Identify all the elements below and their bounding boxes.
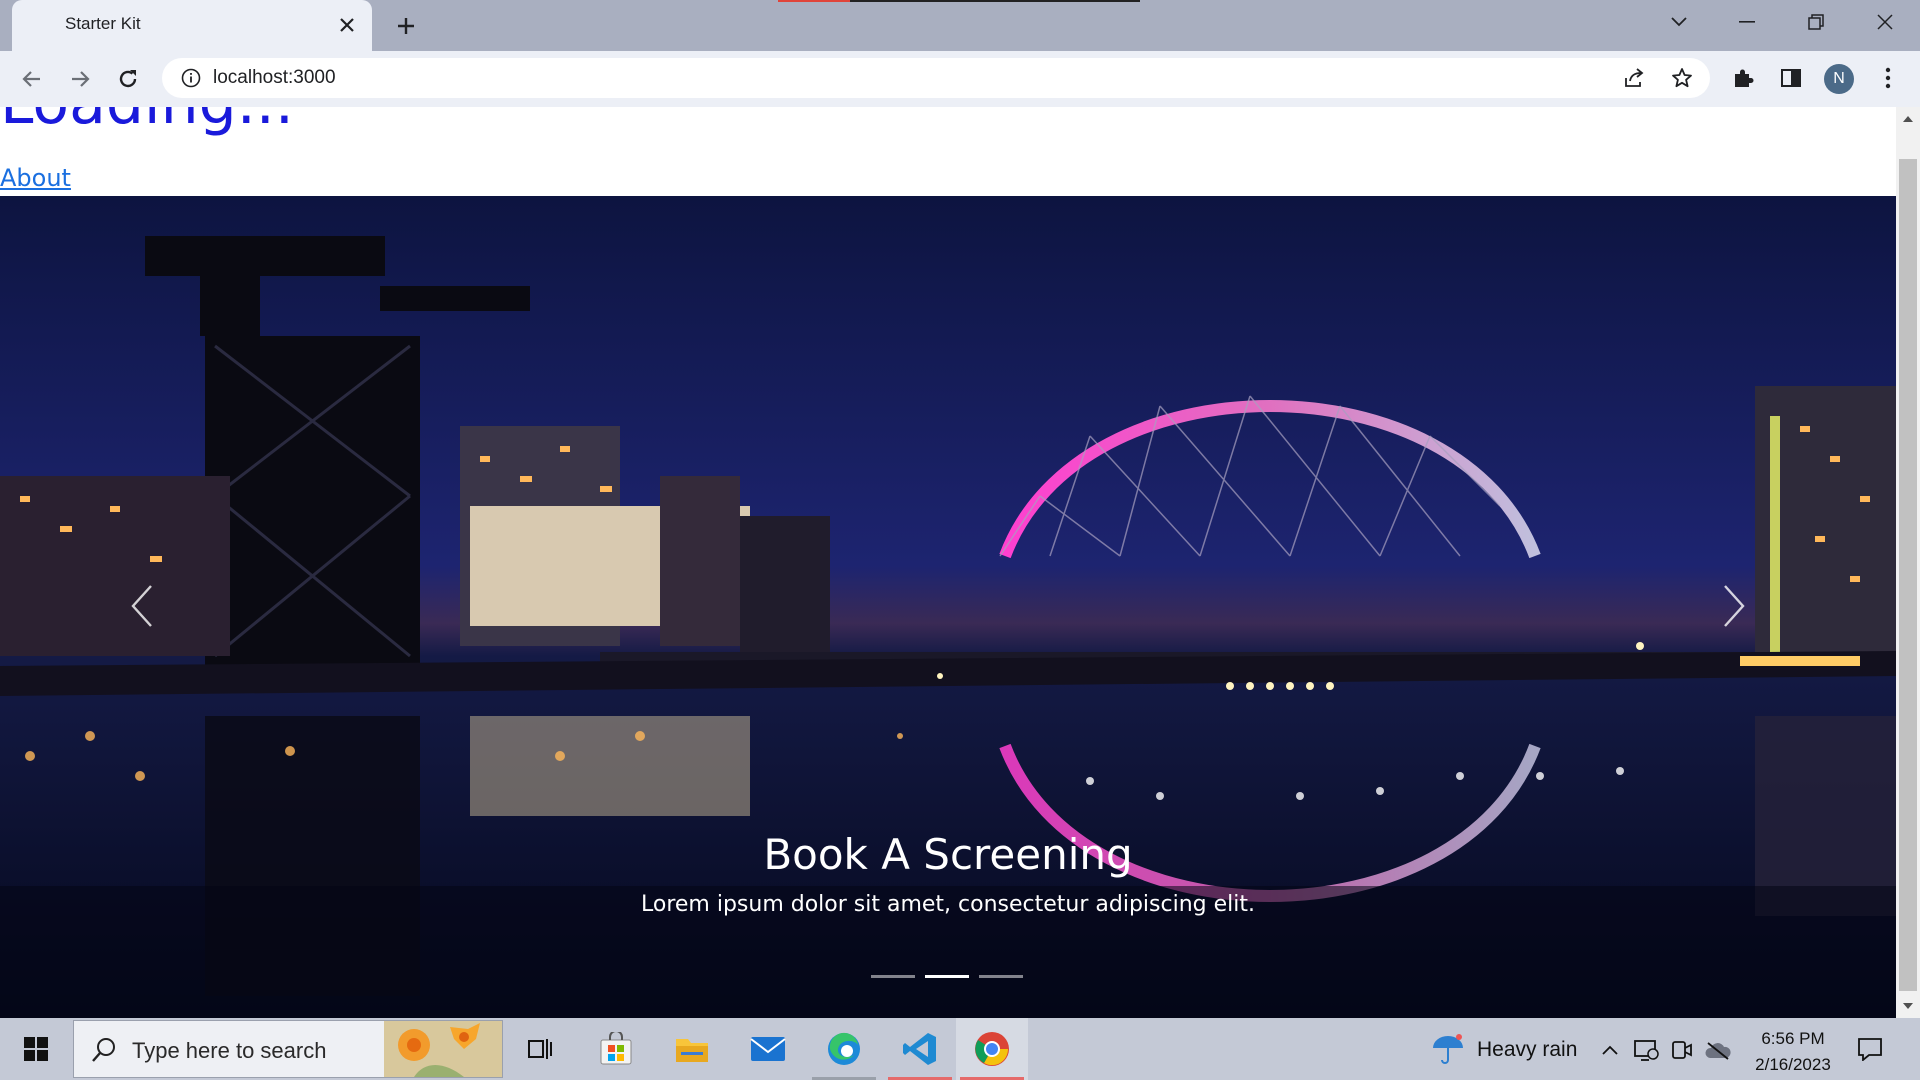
scrollbar-thumb[interactable]: [1899, 159, 1917, 991]
clock-time: 6:56 PM: [1761, 1029, 1825, 1048]
carousel-next-chevron-right-icon[interactable]: [1704, 576, 1764, 636]
notification-center-icon[interactable]: [1852, 1030, 1888, 1068]
close-window-button[interactable]: [1850, 0, 1920, 44]
edge-browser-icon[interactable]: [808, 1018, 880, 1080]
meet-now-camera-icon[interactable]: [1668, 1036, 1696, 1064]
minimize-button[interactable]: [1712, 0, 1782, 44]
tab-search-chevron-down-icon[interactable]: [1644, 0, 1714, 44]
taskbar-clock[interactable]: 6:56 PM 2/16/2023: [1738, 1026, 1848, 1078]
taskbar-search-box[interactable]: Type here to search: [73, 1020, 503, 1078]
screen: Starter Kit localhost:3000 N About Book …: [0, 0, 1920, 1080]
search-icon: [90, 1036, 118, 1064]
network-display-icon[interactable]: [1632, 1036, 1660, 1064]
profile-avatar[interactable]: N: [1824, 64, 1854, 94]
side-panel-icon[interactable]: [1776, 63, 1806, 93]
page-heading: Loading...: [0, 107, 294, 133]
search-highlight-flowers-icon: [384, 1021, 502, 1077]
reload-button[interactable]: [111, 62, 145, 96]
hero-carousel: Book A Screening Lorem ipsum dolor sit a…: [0, 196, 1896, 1018]
address-bar[interactable]: localhost:3000: [162, 58, 1710, 98]
carousel-indicators: [871, 975, 1023, 978]
windows-start-icon[interactable]: [0, 1018, 72, 1080]
file-explorer-icon[interactable]: [656, 1018, 728, 1080]
carousel-prev-chevron-left-icon[interactable]: [112, 576, 172, 636]
carousel-indicator-2[interactable]: [925, 975, 969, 978]
bookmark-star-icon[interactable]: [1670, 66, 1694, 90]
carousel-indicator-1[interactable]: [871, 975, 915, 978]
tab-loading-bar: [778, 0, 850, 2]
menu-kebab-icon[interactable]: [1873, 63, 1903, 93]
new-tab-button[interactable]: [392, 12, 420, 40]
browser-titlebar: Starter Kit: [0, 0, 1920, 51]
carousel-indicator-3[interactable]: [979, 975, 1023, 978]
chrome-browser-icon[interactable]: [956, 1018, 1028, 1080]
vertical-scrollbar[interactable]: [1896, 107, 1920, 1018]
tab-loading-bar-track: [850, 0, 1140, 2]
weather-label[interactable]: Heavy rain: [1477, 1038, 1577, 1062]
carousel-caption-title: Book A Screening: [763, 830, 1133, 879]
task-view-icon[interactable]: [504, 1018, 576, 1080]
url-text[interactable]: localhost:3000: [213, 67, 336, 89]
microsoft-store-icon[interactable]: [580, 1018, 652, 1080]
tab-title: Starter Kit: [65, 14, 141, 33]
tab-starter-kit[interactable]: Starter Kit: [12, 0, 372, 51]
share-icon[interactable]: [1622, 66, 1646, 90]
page-viewport: Loading... About: [0, 107, 1896, 1018]
weather-rain-umbrella-icon[interactable]: [1428, 1032, 1468, 1066]
onedrive-cloud-icon[interactable]: [1704, 1036, 1732, 1064]
site-info-icon[interactable]: [180, 67, 202, 89]
windows-taskbar: Type here to search Heavy rain 6:56 PM 2…: [0, 1018, 1920, 1080]
extensions-puzzle-icon[interactable]: [1728, 63, 1758, 93]
forward-button[interactable]: [63, 62, 97, 96]
scroll-down-arrow-icon[interactable]: [1896, 996, 1920, 1016]
about-link[interactable]: About: [0, 164, 71, 192]
clock-date: 2/16/2023: [1755, 1055, 1831, 1074]
mail-icon[interactable]: [732, 1018, 804, 1080]
restore-button[interactable]: [1781, 0, 1851, 44]
vscode-icon[interactable]: [884, 1018, 956, 1080]
close-icon[interactable]: [336, 14, 358, 36]
search-placeholder: Type here to search: [132, 1038, 327, 1063]
carousel-caption-text: Lorem ipsum dolor sit amet, consectetur …: [641, 892, 1255, 917]
back-button[interactable]: [15, 62, 49, 96]
scroll-up-arrow-icon[interactable]: [1896, 109, 1920, 129]
show-hidden-icons-chevron-up-icon[interactable]: [1596, 1036, 1624, 1064]
